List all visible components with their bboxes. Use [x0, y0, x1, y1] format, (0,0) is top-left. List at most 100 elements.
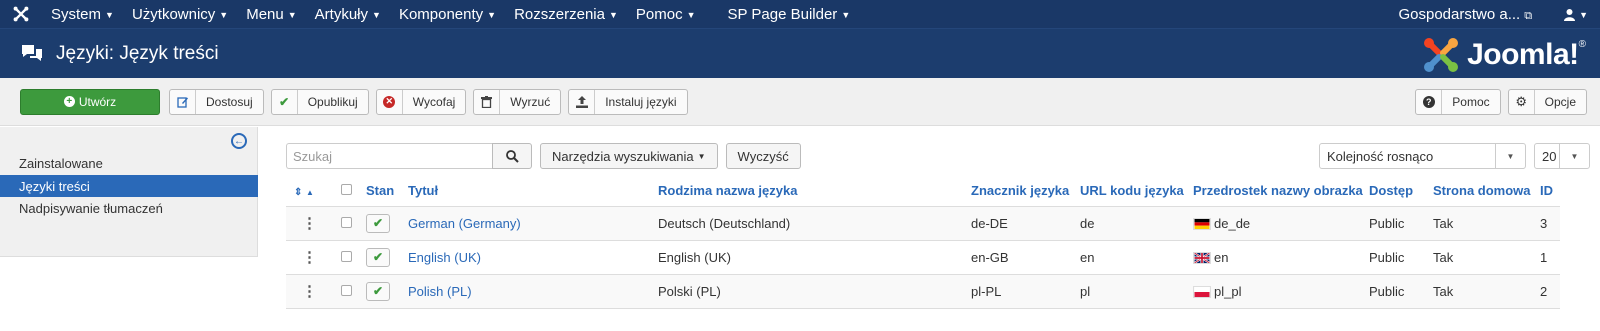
language-tag-header[interactable]: Znacznik języka: [971, 176, 1080, 207]
unpublish-button[interactable]: ✕ Wycofaj: [375, 88, 467, 115]
sort-icon: ⇕: [294, 187, 303, 199]
image-prefix-text: en: [1214, 249, 1229, 265]
comments-icon: [22, 44, 42, 61]
site-label: Gospodarstwo a...: [1398, 5, 1521, 23]
options-button[interactable]: ⚙ Opcje: [1507, 89, 1587, 115]
checkall-header[interactable]: [326, 176, 366, 207]
native-name-cell: Polski (PL): [658, 274, 971, 309]
menu-menus[interactable]: Menu ▼: [237, 6, 305, 23]
joomla-logo-icon: [1424, 38, 1459, 72]
button-label: Wyczyść: [737, 148, 789, 164]
button-label: Narzędzia wyszukiwania: [552, 148, 694, 164]
ordering-select[interactable]: Kolejność rosnąco ▼: [1319, 143, 1526, 169]
sidebar-item-label: Zainstalowane: [19, 155, 103, 171]
row-checkbox[interactable]: [340, 284, 352, 296]
table-row: ⋮ ✔ Polish (PL) Polski (PL) pl-PL pl pl_…: [286, 274, 1560, 309]
menu-label: System: [51, 5, 102, 23]
search-input[interactable]: Szukaj: [286, 143, 492, 169]
image-prefix-cell: pl_pl: [1193, 274, 1369, 309]
menu-components[interactable]: Komponenty ▼: [390, 6, 505, 23]
trash-button[interactable]: Wyrzuć: [473, 88, 562, 115]
language-title-link[interactable]: German (Germany): [408, 216, 521, 231]
collapse-sidebar-icon[interactable]: ←: [231, 133, 247, 149]
publish-button[interactable]: ✔ Opublikuj: [270, 88, 369, 115]
drag-handle-icon[interactable]: ⋮: [302, 249, 317, 266]
gear-icon: ⚙: [1509, 90, 1535, 114]
home-cell: Tak: [1433, 206, 1540, 241]
check-icon: ✔: [272, 89, 298, 114]
menu-help[interactable]: Pomoc ▼: [627, 6, 705, 23]
home-cell: Tak: [1433, 240, 1540, 275]
menu-system[interactable]: System ▼: [42, 6, 123, 23]
ordering-header[interactable]: ⇕ ▲: [286, 176, 326, 207]
install-languages-button[interactable]: Instaluj języki: [568, 88, 688, 115]
main-menu: System ▼ Użytkownicy ▼ Menu ▼ Artykuły ▼ Kom…: [42, 6, 859, 23]
user-icon: [1564, 8, 1576, 21]
drag-handle-icon[interactable]: ⋮: [302, 215, 317, 232]
native-name-cell: Deutsch (Deutschland): [658, 206, 971, 241]
page-header: Języki: Język treści Joomla! ®: [0, 28, 1600, 78]
edit-button[interactable]: Dostosuj: [169, 88, 264, 115]
plus-circle-icon: +: [63, 96, 75, 107]
drag-handle-icon[interactable]: ⋮: [302, 283, 317, 300]
search-button[interactable]: [492, 143, 532, 169]
new-button[interactable]: + Utwórz: [20, 88, 160, 115]
status-header[interactable]: Stan: [366, 176, 408, 207]
published-toggle[interactable]: ✔: [366, 281, 390, 301]
sidebar-item-installed[interactable]: Zainstalowane: [0, 152, 258, 174]
external-link-icon: ⧉: [1524, 9, 1533, 22]
menu-content[interactable]: Artykuły ▼: [306, 6, 390, 23]
sidebar: ← Zainstalowane Języki treści Nadpisywan…: [0, 127, 258, 257]
topnav-right: Gospodarstwo a... ⧉ ▼: [1389, 0, 1600, 28]
help-button[interactable]: ? Pomoc: [1415, 89, 1501, 115]
published-toggle[interactable]: ✔: [366, 213, 390, 233]
menu-extensions[interactable]: Rozszerzenia ▼: [505, 6, 627, 23]
top-navbar: System ▼ Użytkownicy ▼ Menu ▼ Artykuły ▼ Kom…: [0, 0, 1600, 28]
menu-users[interactable]: Użytkownicy ▼: [123, 6, 237, 23]
check-all-checkbox[interactable]: [340, 184, 352, 196]
url-code-cell: en: [1080, 240, 1193, 275]
toolbar: + Utwórz Dostosuj ✔ Opublikuj ✕ Wycofaj …: [0, 78, 1600, 126]
language-title-link[interactable]: Polish (PL): [408, 284, 472, 299]
filter-bar-right: Kolejność rosnąco ▼ 20 ▼: [1319, 143, 1590, 169]
button-label: Dostosuj: [206, 94, 253, 109]
limit-select[interactable]: 20 ▼: [1534, 143, 1590, 169]
image-prefix-header[interactable]: Przedrostek nazwy obrazka: [1193, 176, 1369, 207]
menu-label: Rozszerzenia: [514, 5, 605, 23]
caret-down-icon: ▼: [372, 9, 381, 20]
edit-icon: [170, 89, 196, 114]
id-cell: 3: [1540, 206, 1560, 241]
menu-label: Artykuły: [314, 5, 369, 23]
menu-label: Użytkownicy: [131, 5, 216, 23]
published-toggle[interactable]: ✔: [366, 247, 390, 267]
caret-down-icon: ▼: [841, 9, 851, 20]
menu-label: Pomoc: [635, 5, 683, 23]
button-label: Pomoc: [1452, 95, 1490, 109]
native-name-header[interactable]: Rodzima nazwa języka: [658, 176, 971, 207]
id-header[interactable]: ID: [1540, 176, 1560, 207]
access-header[interactable]: Dostęp: [1369, 176, 1433, 207]
row-checkbox[interactable]: [340, 216, 352, 228]
joomla-logo: Joomla! ®: [1421, 35, 1586, 75]
sidebar-item-content-languages[interactable]: Języki treści: [0, 175, 258, 197]
sidebar-item-overrides[interactable]: Nadpisywanie tłumaczeń: [0, 197, 258, 219]
url-code-cell: pl: [1080, 274, 1193, 309]
search-tools-button[interactable]: Narzędzia wyszukiwania ▼: [540, 143, 718, 169]
toolbar-right: ? Pomoc ⚙ Opcje: [1415, 89, 1587, 115]
sidebar-item-label: Nadpisywanie tłumaczeń: [19, 200, 163, 216]
table-row: ⋮ ✔ English (UK) English (UK) en-GB en e…: [286, 240, 1560, 275]
joomla-brand-icon[interactable]: [0, 5, 42, 23]
menu-sp-page-builder[interactable]: SP Page Builder ▼: [719, 6, 860, 23]
caret-down-icon: ▼: [487, 9, 497, 20]
url-code-header[interactable]: URL kodu języka: [1080, 176, 1193, 207]
user-menu[interactable]: ▼: [1555, 6, 1600, 23]
site-link[interactable]: Gospodarstwo a... ⧉: [1389, 6, 1541, 23]
access-cell: Public: [1369, 274, 1433, 309]
button-label: Opublikuj: [307, 94, 358, 109]
row-checkbox[interactable]: [340, 250, 352, 262]
home-header[interactable]: Strona domowa: [1433, 176, 1540, 207]
clear-button[interactable]: Wyczyść: [725, 143, 801, 169]
title-header[interactable]: Tytuł: [408, 176, 658, 207]
native-name-cell: English (UK): [658, 240, 971, 275]
language-title-link[interactable]: English (UK): [408, 250, 481, 265]
